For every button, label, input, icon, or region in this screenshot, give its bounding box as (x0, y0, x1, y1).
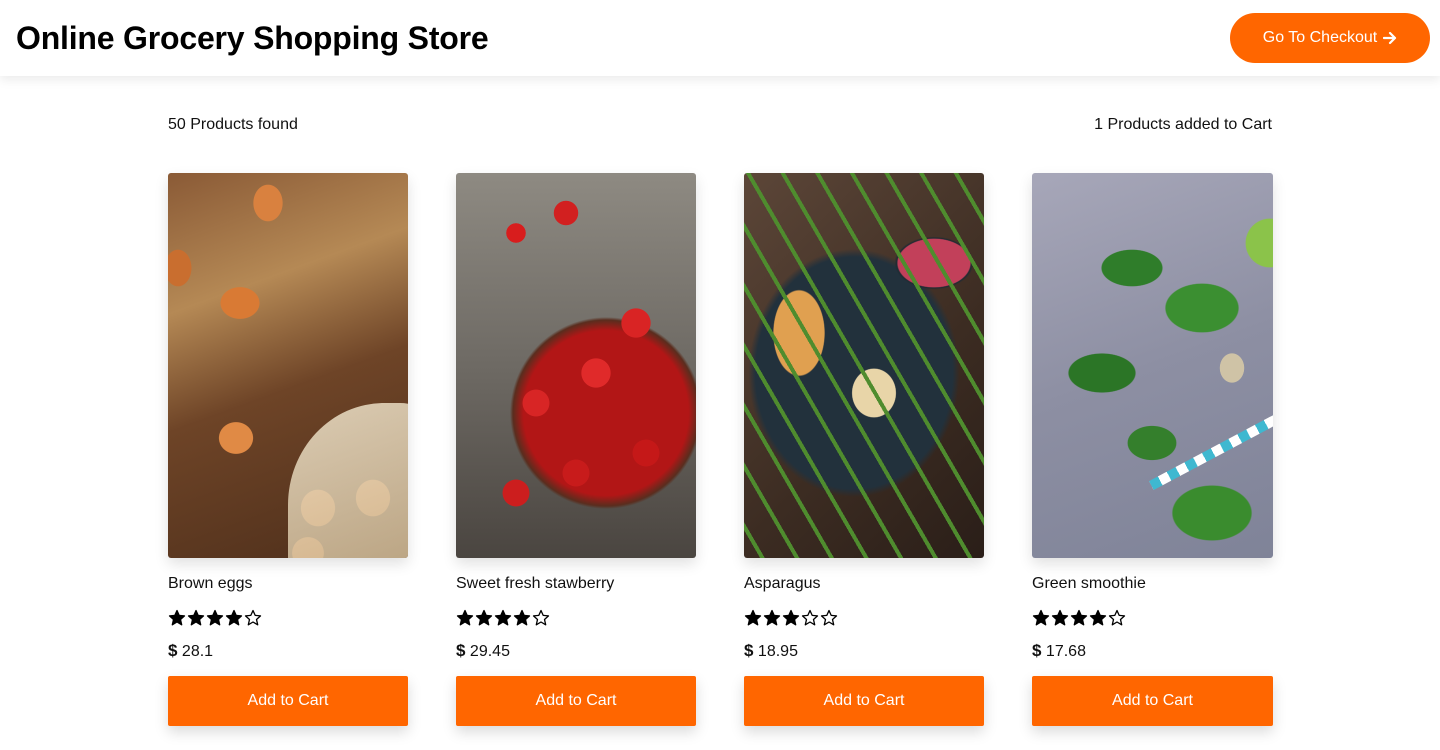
star-empty-icon (532, 609, 550, 626)
product-price: $ 28.1 (168, 641, 408, 661)
top-bar: Online Grocery Shopping Store Go To Chec… (0, 0, 1440, 76)
star-filled-icon (187, 609, 205, 626)
currency-symbol: $ (1032, 641, 1042, 660)
product-rating (168, 609, 408, 631)
star-filled-icon (782, 609, 800, 626)
arrow-right-icon (1383, 31, 1397, 45)
page-title: Online Grocery Shopping Store (16, 20, 489, 56)
product-price: $ 17.68 (1032, 641, 1273, 661)
star-empty-icon (1108, 609, 1126, 626)
product-image-strawberry[interactable] (456, 173, 696, 558)
currency-symbol: $ (168, 641, 178, 660)
star-empty-icon (820, 609, 838, 626)
product-card: Brown eggs $ 28.1 Add to Cart (168, 173, 408, 726)
currency-symbol: $ (744, 641, 754, 660)
star-filled-icon (1089, 609, 1107, 626)
star-filled-icon (763, 609, 781, 626)
product-price: $ 18.95 (744, 641, 984, 661)
product-card: Sweet fresh stawberry $ 29.45 Add to Car… (456, 173, 696, 726)
price-value: 28.1 (181, 643, 214, 660)
add-to-cart-button[interactable]: Add to Cart (456, 676, 696, 726)
product-name: Asparagus (744, 575, 821, 592)
star-filled-icon (1070, 609, 1088, 626)
price-value: 29.45 (469, 643, 510, 660)
product-name: Brown eggs (168, 575, 253, 592)
product-price: $ 29.45 (456, 641, 696, 661)
star-filled-icon (168, 609, 186, 626)
product-name: Sweet fresh stawberry (456, 575, 615, 592)
star-filled-icon (206, 609, 224, 626)
star-empty-icon (244, 609, 262, 626)
star-filled-icon (494, 609, 512, 626)
add-to-cart-button[interactable]: Add to Cart (168, 676, 408, 726)
add-to-cart-button[interactable]: Add to Cart (744, 676, 984, 726)
price-value: 18.95 (757, 643, 798, 660)
checkout-button-label: Go To Checkout (1262, 29, 1378, 46)
product-card: Green smoothie $ 17.68 Add to Cart (1032, 173, 1273, 726)
add-to-cart-button[interactable]: Add to Cart (1032, 676, 1273, 726)
star-filled-icon (456, 609, 474, 626)
star-empty-icon (801, 609, 819, 626)
star-filled-icon (1051, 609, 1069, 626)
cart-count: 1 Products added to Cart (1094, 116, 1272, 133)
star-filled-icon (744, 609, 762, 626)
product-image-asparagus[interactable] (744, 173, 984, 558)
star-filled-icon (475, 609, 493, 626)
star-filled-icon (1032, 609, 1050, 626)
product-name: Green smoothie (1032, 575, 1146, 592)
product-image-brown-eggs[interactable] (168, 173, 408, 558)
product-image-green-smoothie[interactable] (1032, 173, 1273, 558)
product-rating (744, 609, 984, 631)
currency-symbol: $ (456, 641, 466, 660)
star-filled-icon (225, 609, 243, 626)
star-filled-icon (513, 609, 531, 626)
product-rating (1032, 609, 1273, 631)
product-card: Asparagus $ 18.95 Add to Cart (744, 173, 984, 726)
product-rating (456, 609, 696, 631)
product-grid: Brown eggs $ 28.1 Add to Cart Sweet fres… (168, 173, 1273, 726)
products-found-count: 50 Products found (168, 116, 298, 133)
price-value: 17.68 (1045, 643, 1086, 660)
checkout-button[interactable]: Go To Checkout (1230, 13, 1430, 63)
